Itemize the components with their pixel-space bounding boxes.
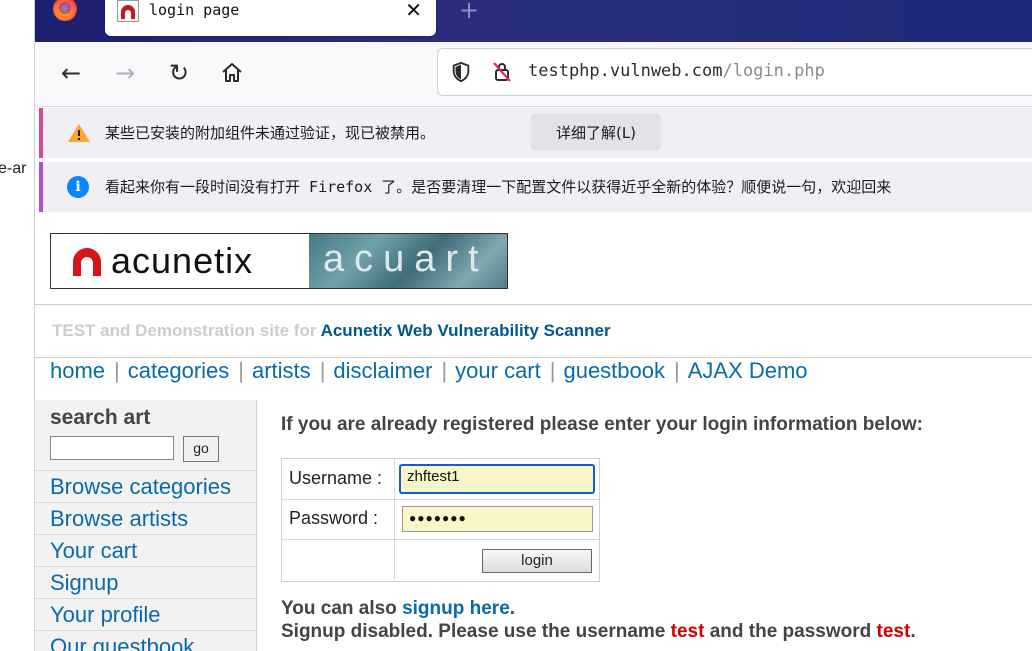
refresh-info-text: 看起来你有一段时间没有打开 Firefox 了。是否要清理一下配置文件以获得近乎…	[105, 178, 892, 196]
firefox-icon[interactable]	[53, 0, 77, 21]
sidebar-item-signup[interactable]: Signup	[35, 566, 256, 598]
insecure-lock-icon[interactable]	[490, 60, 514, 84]
top-menu: home | categories | artists | disclaimer | your …	[50, 358, 808, 383]
info-icon: i	[67, 176, 89, 198]
go-button[interactable]: go	[183, 436, 219, 462]
sidebar-links: Browse categories Browse artists Your ca…	[35, 470, 256, 651]
navigation-toolbar: ← → ↻ testphp.vulnweb.com/login.php	[35, 42, 1032, 107]
close-icon[interactable]: ✕	[405, 0, 422, 22]
background-window-strip: e-ar	[0, 0, 35, 651]
back-arrow-icon[interactable]: ←	[55, 57, 87, 89]
sidebar-item-browse-categories[interactable]: Browse categories	[35, 470, 256, 502]
test-password: test	[876, 621, 911, 642]
acunetix-logo-icon	[73, 248, 101, 276]
tagline-bar: TEST and Demonstration site for Acunetix…	[35, 304, 1032, 358]
new-tab-icon[interactable]: +	[459, 0, 479, 24]
sidebar-item-guestbook[interactable]: Our guestbook	[35, 630, 256, 651]
menu-item-categories[interactable]: categories	[128, 358, 230, 383]
password-row: Password : ●●●●●●●	[282, 499, 599, 540]
acunetix-favicon-icon	[117, 0, 139, 22]
warning-icon	[68, 124, 90, 142]
url-path: /login.php	[722, 61, 825, 81]
test-username: test	[670, 621, 705, 642]
addon-warning-bar: 某些已安装的附加组件未通过验证，现已被禁用。 详细了解(L)	[39, 108, 1032, 158]
login-form: Username : zhftest1 Password : ●●●●●●● l…	[281, 458, 600, 582]
tagline-prefix: TEST and Demonstration site for	[52, 321, 321, 340]
signup-line: You can also signup here.	[281, 598, 516, 619]
username-field[interactable]: zhftest1	[399, 464, 595, 494]
tracking-shield-icon[interactable]	[450, 61, 472, 83]
web-page: acunetix acuart TEST and Demonstration s…	[35, 216, 1032, 651]
signup-disabled-line: Signup disabled. Please use the username…	[281, 621, 916, 642]
forward-arrow-icon[interactable]: →	[109, 57, 141, 89]
username-row: Username : zhftest1	[282, 459, 599, 500]
site-logo[interactable]: acunetix acuart	[50, 233, 508, 289]
search-input[interactable]	[50, 436, 174, 460]
sidebar-item-your-profile[interactable]: Your profile	[35, 598, 256, 630]
reload-icon[interactable]: ↻	[163, 57, 195, 89]
search-art-title: search art	[50, 406, 151, 429]
tagline: TEST and Demonstration site for Acunetix…	[52, 321, 611, 341]
tab-title: login page	[149, 1, 240, 19]
signup-link[interactable]: signup here	[402, 598, 510, 619]
login-button[interactable]: login	[482, 549, 592, 573]
sidebar-item-browse-artists[interactable]: Browse artists	[35, 502, 256, 534]
logo-acuart-text: acuart	[323, 238, 489, 280]
password-field[interactable]: ●●●●●●●	[402, 506, 593, 532]
addon-warning-text: 某些已安装的附加组件未通过验证，现已被禁用。	[105, 124, 436, 142]
sidebar-item-your-cart[interactable]: Your cart	[35, 534, 256, 566]
background-window-text: e-ar	[0, 160, 27, 177]
learn-more-button[interactable]: 详细了解(L)	[531, 114, 661, 150]
submit-row: login	[282, 539, 599, 579]
menu-item-artists[interactable]: artists	[252, 358, 311, 383]
address-bar[interactable]: testphp.vulnweb.com/login.php	[437, 48, 1032, 96]
tagline-link[interactable]: Acunetix Web Vulnerability Scanner	[321, 321, 611, 340]
username-label: Username :	[289, 468, 383, 488]
tab-login-page[interactable]: login page ✕	[105, 0, 436, 36]
menu-item-your-cart[interactable]: your cart	[455, 358, 541, 383]
browser-window: login page ✕ + ← → ↻ testphp.vulnweb.com…	[35, 0, 1032, 651]
menu-item-ajax-demo[interactable]: AJAX Demo	[688, 358, 808, 383]
logo-wordmark: acunetix	[111, 240, 254, 281]
menu-item-guestbook[interactable]: guestbook	[563, 358, 665, 383]
login-heading: If you are already registered please ent…	[281, 414, 923, 435]
login-content: If you are already registered please ent…	[281, 414, 1021, 642]
menu-item-disclaimer[interactable]: disclaimer	[333, 358, 432, 383]
url-text[interactable]: testphp.vulnweb.com/login.php	[528, 61, 825, 81]
home-icon[interactable]	[216, 57, 248, 89]
url-host: testphp.vulnweb.com	[528, 61, 723, 81]
refresh-info-bar: i 看起来你有一段时间没有打开 Firefox 了。是否要清理一下配置文件以获得…	[39, 162, 1032, 212]
password-label: Password :	[289, 508, 379, 528]
sidebar: search art go Browse categories Browse a…	[35, 400, 257, 651]
menu-item-home[interactable]: home	[50, 358, 105, 383]
tab-bar: login page ✕ +	[35, 0, 1032, 42]
